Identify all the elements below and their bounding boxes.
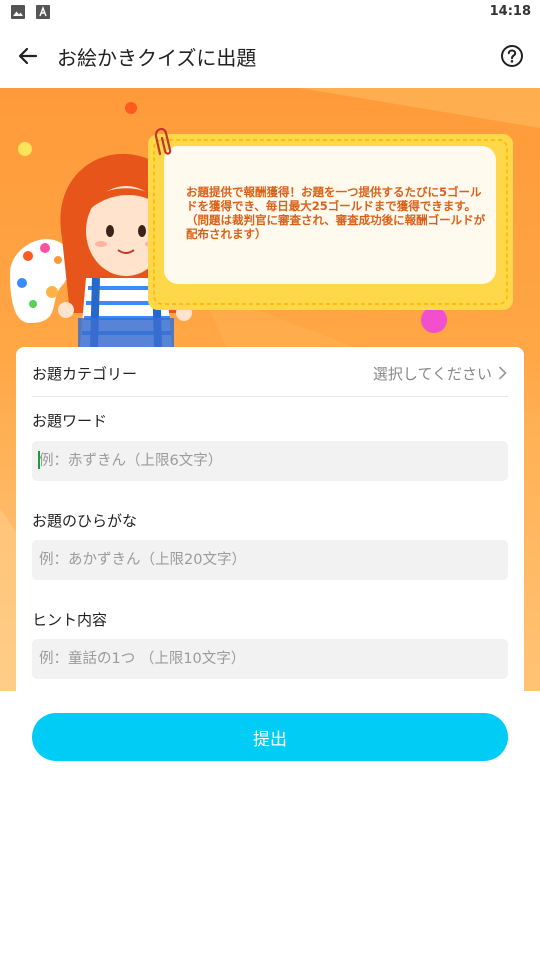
hiragana-label: お題のひらがな: [32, 512, 138, 530]
hint-label: ヒント内容: [32, 611, 108, 629]
category-value[interactable]: 選択してください: [373, 363, 492, 384]
status-bar: 14:18: [0, 0, 540, 24]
submit-button[interactable]: 提出: [32, 713, 508, 761]
app-bar: お絵かきクイズに出題: [0, 24, 540, 88]
clock: 14:18: [489, 4, 531, 19]
arrow-left-icon[interactable]: [12, 40, 44, 72]
hiragana-input[interactable]: [32, 540, 508, 580]
category-label: お題カテゴリー: [32, 365, 138, 383]
word-input[interactable]: [32, 441, 508, 481]
page-title: お絵かきクイズに出題: [57, 46, 257, 70]
category-selector[interactable]: お題カテゴリー 選択してください: [32, 347, 508, 397]
reward-notice: お題提供で報酬獲得！お題を一つ提供するたびに5ゴールドを獲得でき、毎日最大25ゴ…: [186, 185, 486, 241]
question-form: お題カテゴリー 選択してください お題ワード お題のひらがな ヒント内容: [16, 347, 524, 707]
paperclip-icon: [154, 127, 172, 156]
text-cursor: [38, 451, 40, 469]
text-icon: [36, 5, 50, 19]
image-icon: [11, 5, 25, 19]
chevron-right-icon[interactable]: [498, 366, 508, 380]
hint-input[interactable]: [32, 639, 508, 679]
word-label: お題ワード: [32, 412, 108, 430]
help-circle-icon[interactable]: [498, 42, 526, 70]
